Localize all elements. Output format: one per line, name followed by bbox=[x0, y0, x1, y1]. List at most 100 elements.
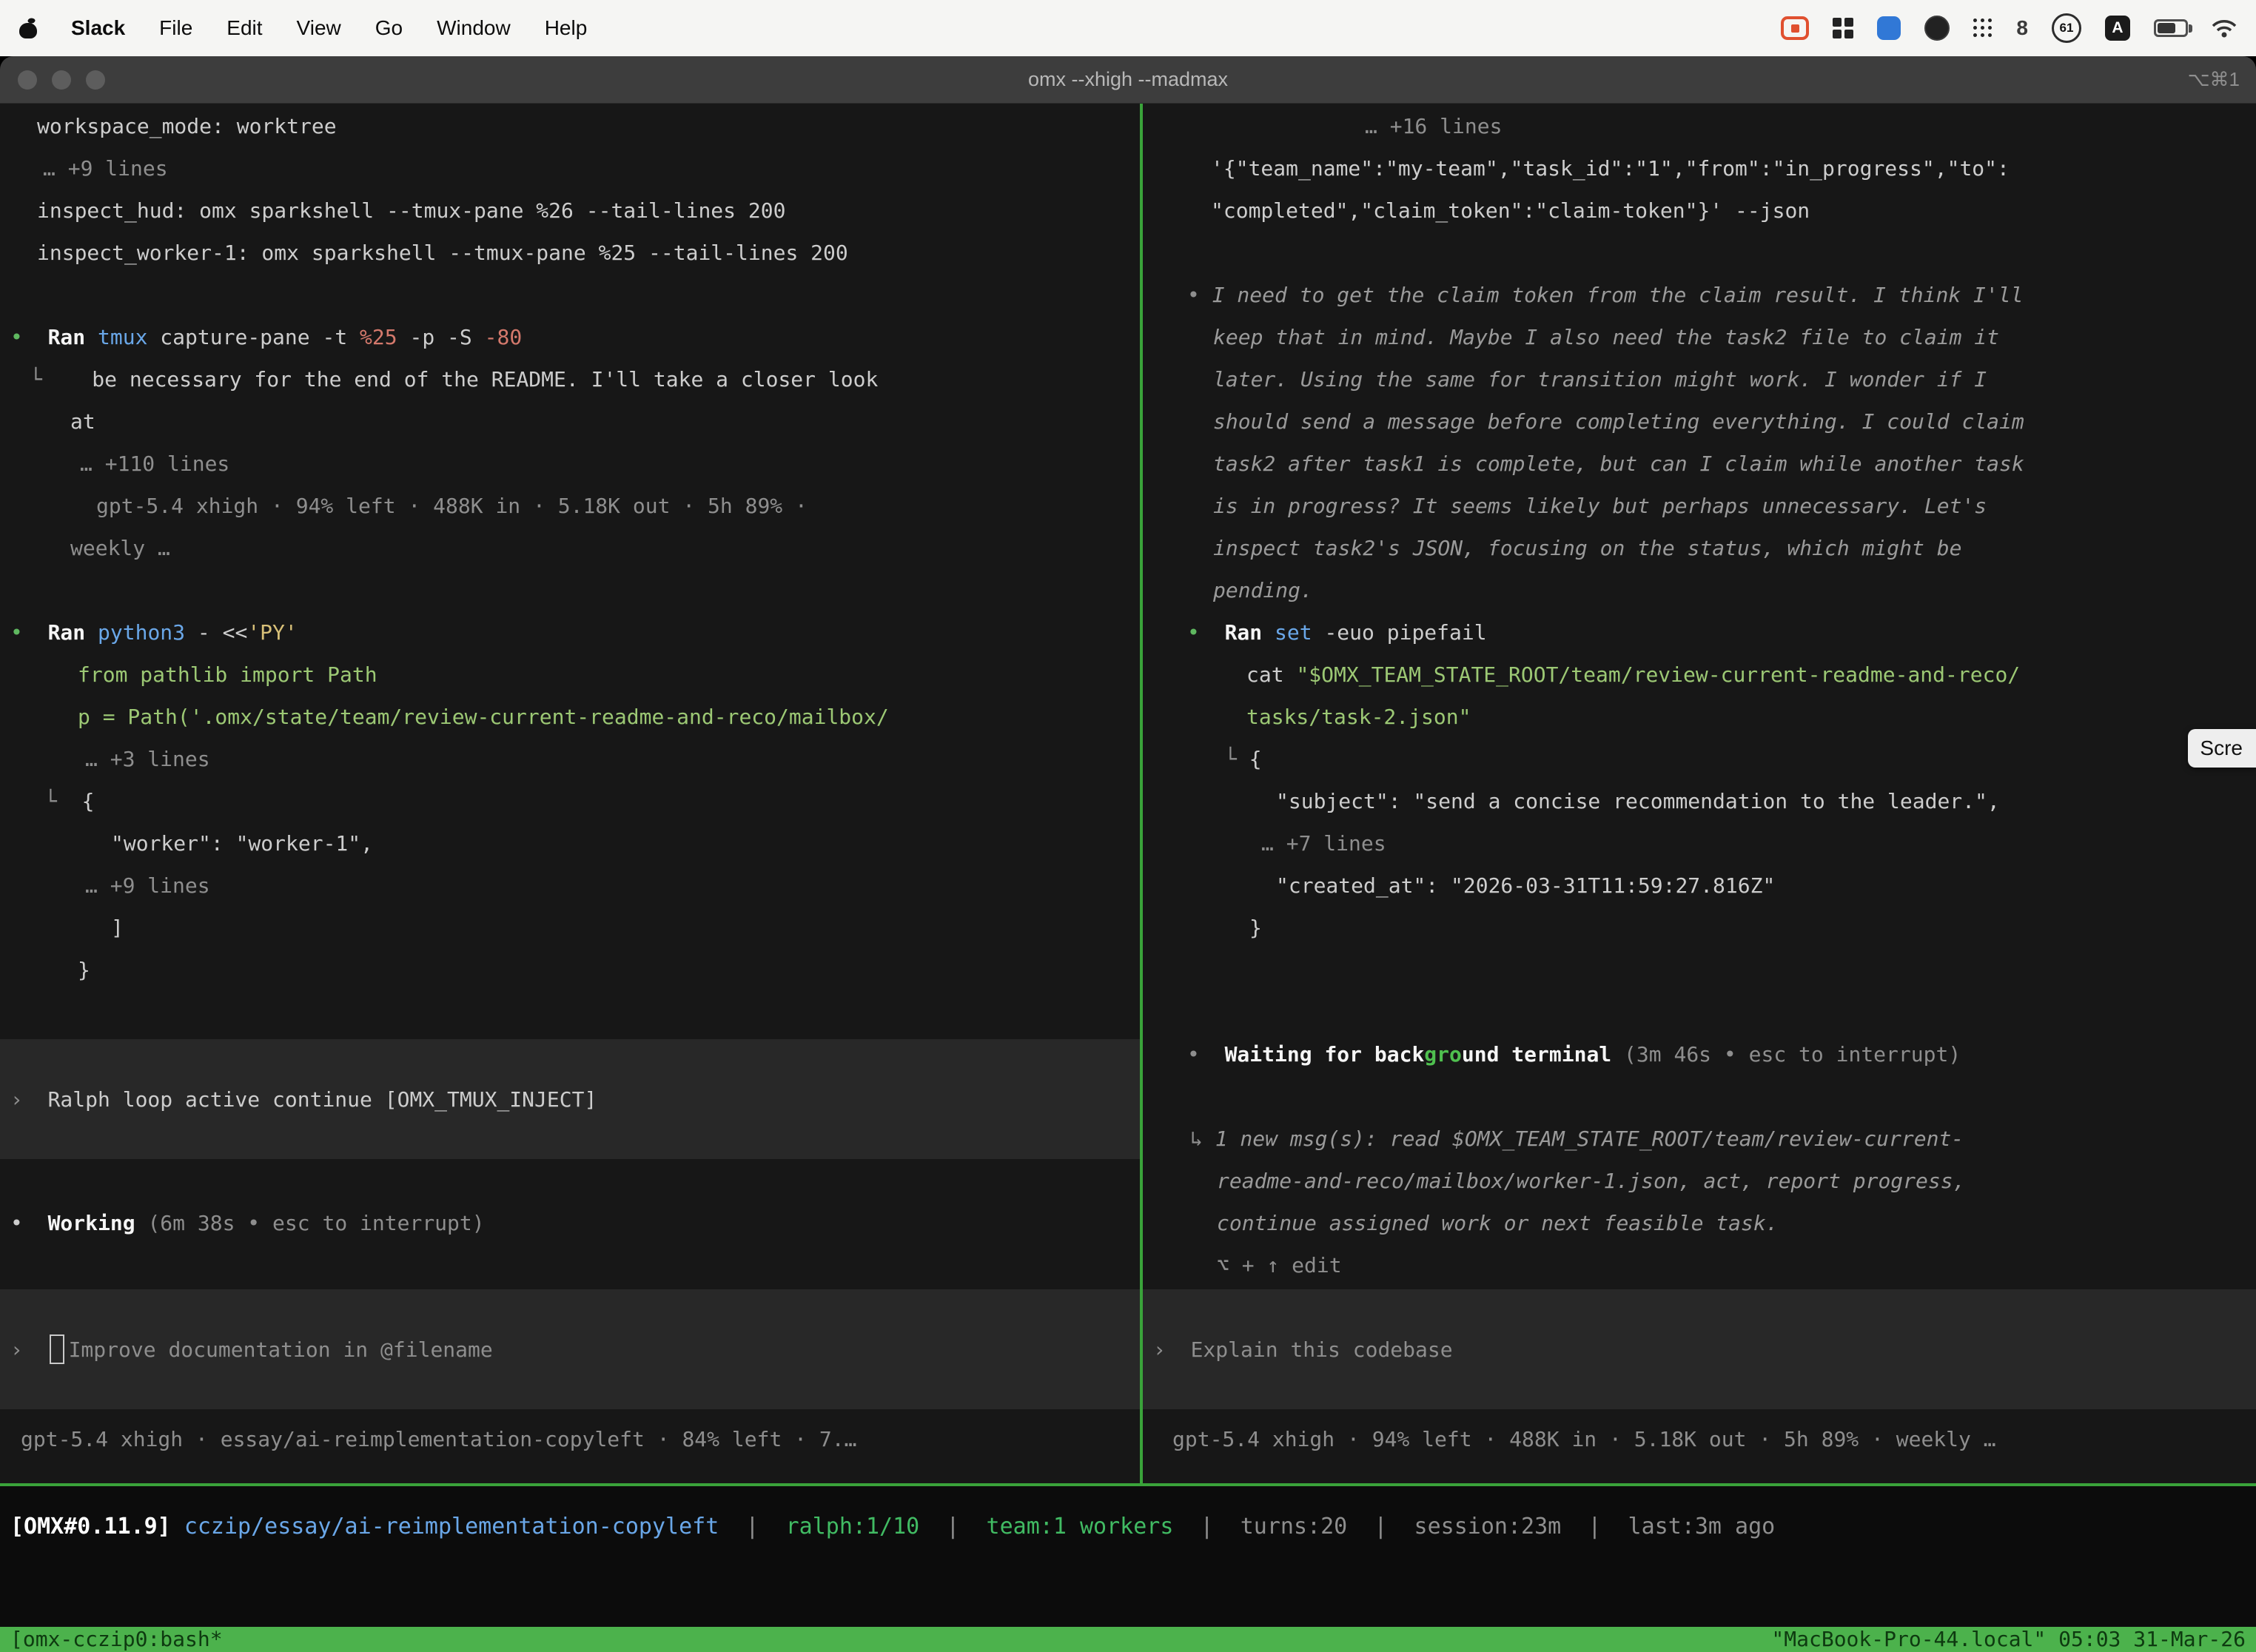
terminal-line: is in progress? It seems likely but perh… bbox=[1213, 485, 1987, 527]
text-segment: › bbox=[10, 1329, 48, 1371]
text-segment: … +3 lines bbox=[85, 747, 210, 771]
menu-items: File Edit View Go Window Help bbox=[159, 16, 587, 40]
menu-go[interactable]: Go bbox=[375, 16, 403, 40]
app-grid-icon[interactable] bbox=[1973, 19, 1993, 38]
terminal-line: … +3 lines bbox=[85, 738, 210, 780]
terminal-line: pending. bbox=[1213, 569, 1313, 611]
text-segment: • bbox=[10, 1211, 48, 1235]
terminal-line: inspect_hud: omx sparkshell --tmux-pane … bbox=[37, 189, 785, 232]
minimize-button[interactable] bbox=[52, 70, 71, 90]
close-button[interactable] bbox=[18, 70, 37, 90]
text-segment: … +7 lines bbox=[1261, 831, 1386, 856]
apple-menu-icon[interactable] bbox=[19, 18, 37, 38]
battery-percent-icon[interactable]: 61 bbox=[2052, 13, 2081, 43]
terminal-line: "created_at": "2026-03-31T11:59:27.816Z" bbox=[1276, 864, 1775, 907]
text-segment: tmux bbox=[98, 325, 147, 349]
terminal-line: • Ran set -euo pipefail bbox=[1187, 611, 1487, 654]
menu-file[interactable]: File bbox=[159, 16, 192, 40]
text-segment: • bbox=[10, 620, 48, 645]
prompt-input[interactable]: › Improve documentation in @filename bbox=[0, 1289, 1140, 1409]
terminal-line: continue assigned work or next feasible … bbox=[1217, 1202, 1779, 1244]
text-segment: ] bbox=[111, 916, 124, 940]
menu-window[interactable]: Window bbox=[437, 16, 511, 40]
right-terminal-pane[interactable]: › Explain this codebase … +16 lines '{"tea… bbox=[1143, 104, 2256, 1483]
text-segment: readme-and-reco/mailbox/worker-1.json, a… bbox=[1217, 1169, 1965, 1193]
input-source-icon[interactable]: A bbox=[2105, 16, 2130, 41]
text-segment: gpt-5.4 xhigh · 94% left · 488K in · 5.1… bbox=[96, 494, 808, 518]
prompt-suggestion[interactable]: › Explain this codebase bbox=[1143, 1289, 2256, 1409]
text-segment: inspect_worker-1: omx sparkshell --tmux-… bbox=[37, 241, 848, 265]
menu-view[interactable]: View bbox=[297, 16, 341, 40]
text-segment: last:3m ago bbox=[1628, 1514, 1776, 1539]
text-segment: … +16 lines bbox=[1365, 114, 1502, 138]
left-terminal-pane[interactable]: › Ralph loop active continue [OMX_TMUX_I… bbox=[0, 104, 1140, 1483]
text-segment: -80 bbox=[485, 325, 523, 349]
text-segment: › bbox=[1153, 1329, 1191, 1371]
blue-app-icon[interactable] bbox=[1877, 16, 1901, 40]
text-segment: Ran bbox=[48, 620, 98, 645]
text-segment: set bbox=[1275, 620, 1312, 645]
terminal-line: keep that in mind. Maybe I also need the… bbox=[1213, 316, 1999, 358]
terminal-line: cat "$OMX_TEAM_STATE_ROOT/team/review-cu… bbox=[1246, 654, 2020, 696]
text-segment: weekly … bbox=[70, 536, 170, 560]
terminal-line: • Ran tmux capture-pane -t %25 -p -S -80 bbox=[10, 316, 522, 358]
text-segment: inspect_hud: omx sparkshell --tmux-pane … bbox=[37, 198, 785, 223]
text-segment: keep that in mind. Maybe I also need the… bbox=[1213, 325, 1999, 349]
terminal-line: ↳ 1 new msg(s): read $OMX_TEAM_STATE_ROO… bbox=[1190, 1118, 1964, 1160]
terminal-line: └ be necessary for the end of the README… bbox=[30, 358, 878, 400]
text-segment: ⌥ + ↑ edit bbox=[1217, 1253, 1342, 1277]
tmux-host-clock: "MacBook-Pro-44.local" 05:03 31-Mar-26 bbox=[1771, 1627, 2246, 1652]
text-segment: └ bbox=[44, 789, 82, 813]
text-segment: … +9 lines bbox=[85, 873, 210, 898]
text-segment bbox=[50, 1334, 64, 1364]
tmux-status-bar: [omx-cczip0:bash* "MacBook-Pro-44.local"… bbox=[0, 1627, 2256, 1652]
terminal-line: inspect task2's JSON, focusing on the st… bbox=[1213, 527, 1961, 569]
text-segment: } bbox=[78, 958, 90, 982]
text-segment: gpt-5.4 xhigh · 94% left · 488K in · 5.1… bbox=[1172, 1427, 1996, 1451]
menu-app-name[interactable]: Slack bbox=[71, 16, 125, 40]
text-segment bbox=[171, 1514, 184, 1539]
menu-help[interactable]: Help bbox=[545, 16, 588, 40]
terminal-line: └ { bbox=[1224, 738, 1262, 780]
wifi-icon[interactable] bbox=[2212, 18, 2237, 38]
terminal-line: weekly … bbox=[70, 527, 170, 569]
tiles-icon[interactable] bbox=[1833, 18, 1853, 38]
terminal-line: └ { bbox=[44, 780, 94, 822]
battery-icon[interactable] bbox=[2154, 19, 2188, 37]
text-segment: turns:20 bbox=[1241, 1514, 1348, 1539]
terminal-line: • Waiting for background terminal (3m 46… bbox=[1187, 1033, 1961, 1075]
text-segment: %25 bbox=[360, 325, 397, 349]
text-segment: team:1 workers bbox=[987, 1514, 1174, 1539]
terminal-app-icon[interactable] bbox=[1924, 16, 1950, 41]
text-segment: ralph:1/10 bbox=[786, 1514, 920, 1539]
menu-edit[interactable]: Edit bbox=[226, 16, 262, 40]
badge-8-icon[interactable]: 8 bbox=[2016, 16, 2028, 40]
text-segment: Ralph loop active continue [OMX_TMUX_INJ… bbox=[23, 1078, 597, 1121]
terminal-line: workspace_mode: worktree bbox=[37, 105, 337, 147]
text-segment: later. Using the same for transition mig… bbox=[1213, 367, 1987, 392]
terminal-line: … +9 lines bbox=[43, 147, 168, 189]
text-segment: "created_at": "2026-03-31T11:59:27.816Z" bbox=[1276, 873, 1775, 898]
screen-recording-icon[interactable] bbox=[1781, 16, 1809, 40]
text-segment: • bbox=[1187, 1042, 1225, 1067]
text-segment: be necessary for the end of the README. … bbox=[42, 367, 878, 392]
text-segment: task2 after task1 is complete, but can I… bbox=[1213, 451, 2024, 476]
text-segment: '{"team_name":"my-team","task_id":"1","f… bbox=[1211, 156, 2010, 181]
text-segment: p = Path('.omx/state/team/review-current… bbox=[78, 705, 889, 729]
terminal-line: … +110 lines bbox=[80, 443, 229, 485]
zoom-button[interactable] bbox=[86, 70, 105, 90]
terminal-line: task2 after task1 is complete, but can I… bbox=[1213, 443, 2024, 485]
text-segment: "subject": "send a concise recommendatio… bbox=[1276, 789, 2000, 813]
text-segment: session:23m bbox=[1414, 1514, 1562, 1539]
text-segment: - << bbox=[185, 620, 247, 645]
text-segment: "completed","claim_token":"claim-token"}… bbox=[1211, 198, 1810, 223]
text-segment: … +9 lines bbox=[43, 156, 168, 181]
text-segment: 'PY' bbox=[247, 620, 297, 645]
text-segment: inspect task2's JSON, focusing on the st… bbox=[1213, 536, 1961, 560]
text-segment: | bbox=[919, 1514, 986, 1539]
text-segment: Explain this codebase bbox=[1191, 1329, 1453, 1371]
window-title-bar[interactable]: omx --xhigh --madmax ⌥⌘1 bbox=[0, 56, 2256, 104]
text-segment: cczip/essay/ai-reimplementation-copyleft bbox=[184, 1514, 719, 1539]
macos-menu-bar: Slack File Edit View Go Window Help 8 61 A bbox=[0, 0, 2256, 56]
text-segment: | bbox=[1347, 1514, 1414, 1539]
